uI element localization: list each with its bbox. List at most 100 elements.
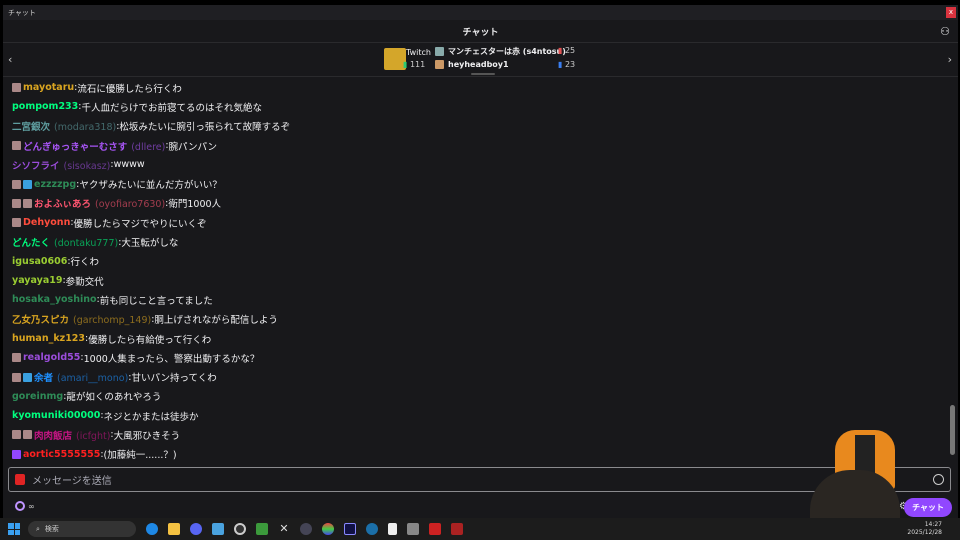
app-icon[interactable] [300,523,312,535]
badge-icon[interactable] [23,372,32,382]
username[interactable]: pompom233 [12,101,78,112]
message-text: 甘いパン持ってくわ [131,373,217,385]
username[interactable]: シソフライ (sisokasz) [12,158,110,172]
display-name: hosaka_yoshino [12,294,97,306]
chat-message: goreinmg: 龍が如くのあれやろう [3,387,948,406]
document-icon[interactable] [388,523,397,535]
gifter-name: heyheadboy1 [448,60,509,69]
badge-icon[interactable] [23,430,32,440]
display-name: yayaya19 [12,275,63,287]
avatar [435,60,444,69]
avatar [435,47,444,56]
username[interactable]: 乙女乃スピカ (garchomp_149) [12,312,151,326]
minecraft-icon[interactable] [256,523,268,535]
login-name: (sisokasz) [63,160,111,172]
gifter-name: マンチェスターは赤 (s4ntosu) [448,47,566,56]
username[interactable]: yayaya19 [12,275,62,286]
folder-icon[interactable] [168,523,180,535]
gift-leaderboard: ‹ › Twitch ▮ 111 マンチェスターは赤 (s4ntosu) ▮ 2… [3,43,958,77]
x-app-icon[interactable]: ✕ [278,523,290,535]
badge-icon[interactable] [23,198,32,208]
badge-icon[interactable] [12,83,21,93]
display-name: ezzzzpg [34,178,77,190]
username[interactable]: どんぎゅっきゃーむさす (dllere) [23,139,165,153]
chevron-left-icon[interactable]: ‹ [8,53,12,66]
badge-icon[interactable] [12,372,21,382]
username[interactable]: ezzzzpg [34,179,76,190]
display-name: どんぎゅっきゃーむさす [23,141,128,153]
windows-start-icon[interactable] [8,523,20,535]
badge-icon[interactable] [23,179,32,189]
username[interactable]: igusa0606 [12,256,67,267]
chat-message: igusa0606: 行くわ [3,252,948,271]
badge-icon[interactable] [12,198,21,208]
monitor-icon[interactable] [344,523,356,535]
window-title: チャット [8,8,36,17]
chat-message: 二宮銀次 (modara318): 松坂みたいに腕引っ張られて故障するぞ [3,117,948,136]
username[interactable]: realgold55 [23,352,80,363]
discord-icon[interactable] [190,523,202,535]
chat-message: hosaka_yoshino: 前も同じこと言ってました [3,290,948,309]
badge-icon[interactable] [12,179,21,189]
steam-icon[interactable] [366,523,378,535]
drag-handle[interactable] [471,73,495,75]
edge-icon[interactable] [146,523,158,535]
chat-message: およふぃあろ (oyofiaro7630): 衛門1000人 [3,194,948,213]
badge-icon[interactable] [12,430,21,440]
clock[interactable]: 14:27 2025/12/28 [907,521,942,537]
username[interactable]: mayotaru [23,82,74,93]
gifter-1[interactable]: マンチェスターは赤 (s4ntosu) [435,46,566,57]
chat-header: チャット ⚇ [3,20,958,43]
chat-message: どんたく (dontaku777): 大玉転がしな [3,232,948,251]
username[interactable]: 肉肉飯店 (icfght) [34,428,110,442]
username[interactable]: aortic5555555 [23,449,100,460]
badge-icon[interactable] [12,449,21,459]
message-text: 腕パンパン [168,141,217,153]
login-name: (icfght) [76,430,111,442]
message-text: 松坂みたいに腕引っ張られて故障するぞ [119,122,291,134]
badge-icon[interactable] [12,353,21,363]
time: 14:27 [924,521,942,528]
record-icon [15,474,25,485]
username[interactable]: 余者 (amari__mono) [34,370,128,384]
username[interactable]: hosaka_yoshino [12,294,97,305]
app-icon[interactable] [451,523,463,535]
display-name: igusa0606 [12,255,68,267]
app-icon[interactable] [322,523,334,535]
notepad-icon[interactable] [212,523,224,535]
obs-icon[interactable] [234,523,246,535]
username[interactable]: およふぃあろ (oyofiaro7630) [34,196,165,210]
channel-points[interactable]: ∞ [15,501,35,511]
gifter-2[interactable]: heyheadboy1 [435,60,509,69]
username[interactable]: human_kz123 [12,333,85,344]
display-name: シソフライ [12,160,60,172]
login-name: (garchomp_149) [73,315,152,327]
username[interactable]: Dehyonn [23,217,70,228]
points-value: ∞ [28,501,35,511]
close-button[interactable]: x [946,7,956,18]
search-icon: ⌕ [36,524,40,533]
username[interactable]: どんたく (dontaku777) [12,235,118,249]
message-text: 大風邪ひきそう [113,430,181,442]
message-text: 行くわ [70,257,100,269]
chat-message: 乙女乃スピカ (garchomp_149): 胴上げされながら配信しよう [3,310,948,329]
chat-message: yayaya19: 参勤交代 [3,271,948,290]
display-name: Dehyonn [23,217,71,229]
app-icon[interactable] [429,523,441,535]
chevron-right-icon[interactable]: › [948,53,952,66]
message-text: 胴上げされながら配信しよう [154,315,278,327]
username[interactable]: 二宮銀次 (modara318) [12,119,116,133]
badge-icon[interactable] [12,141,21,151]
badge-icon[interactable] [12,218,21,228]
users-icon[interactable]: ⚇ [940,25,950,38]
taskbar-search[interactable]: ⌕ 検索 [28,521,136,537]
chat-message: Dehyonn: 優勝したらマジでやりにいくぞ [3,213,948,232]
username[interactable]: kyomuniki00000 [12,410,100,421]
display-name: kyomuniki00000 [12,410,101,422]
chat-message: kyomuniki00000: ネジとかまたは徒歩か [3,406,948,425]
login-name: (oyofiaro7630) [95,199,166,211]
message-text: 龍が如くのあれやろう [66,392,162,404]
username[interactable]: goreinmg [12,391,63,402]
message-text: 衛門1000人 [168,199,222,211]
app-icon[interactable] [407,523,419,535]
